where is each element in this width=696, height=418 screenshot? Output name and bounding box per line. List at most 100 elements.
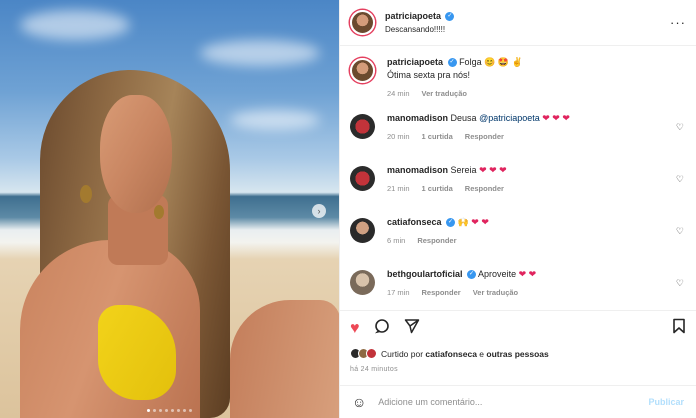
emoji-icon[interactable]: ☺ <box>352 394 366 410</box>
liked-by: Curtido por catiafonseca e outras pessoa… <box>350 348 549 359</box>
comment-text: patriciapoeta ✓ Folga 😊 🤩 ✌ <box>387 56 686 69</box>
comment-time: 21 min <box>387 184 410 193</box>
post-photo[interactable]: › <box>0 0 339 418</box>
avatar[interactable] <box>350 166 375 191</box>
instagram-post: › patriciapoeta ✓ Descansando!!!!! ··· p… <box>0 0 696 418</box>
liked-by-prefix: Curtido por <box>381 348 426 359</box>
comment-username[interactable]: manomadison <box>387 165 448 175</box>
post-side-panel: patriciapoeta ✓ Descansando!!!!! ··· pat… <box>339 0 696 418</box>
header-text: patriciapoeta ✓ Descansando!!!!! <box>385 10 455 36</box>
see-translation-link[interactable]: Ver tradução <box>422 87 467 100</box>
reply-button[interactable]: Responder <box>465 182 504 195</box>
comment-item: manomadison Sereia ❤ ❤ ❤ 21 min 1 curtid… <box>350 164 686 204</box>
carousel-dot <box>189 409 192 412</box>
post-caption: Descansando!!!!! <box>385 24 446 34</box>
comment-username[interactable]: manomadison <box>387 113 448 123</box>
reply-button[interactable]: Responder <box>422 286 461 299</box>
carousel-indicator <box>0 409 339 412</box>
add-comment-bar: ☺ Publicar <box>340 385 696 418</box>
comment-body: catiafonseca ✓ 🙌 ❤ ❤ 6 min Responder <box>387 216 686 256</box>
carousel-dot <box>177 409 180 412</box>
carousel-dot <box>153 409 156 412</box>
comment-username[interactable]: bethgoulartoficial <box>387 269 463 279</box>
comment-meta: 17 min Responder Ver tradução <box>387 286 686 299</box>
verified-badge-icon: ✓ <box>467 270 477 280</box>
liked-by-user[interactable]: catiafonseca <box>425 349 477 359</box>
comment-meta: 6 min Responder <box>387 234 686 247</box>
heart-outline-icon[interactable]: ♡ <box>676 226 684 237</box>
carousel-dot <box>171 409 174 412</box>
comments-list: patriciapoeta ✓ Folga 😊 🤩 ✌ Ótima sexta … <box>340 46 696 308</box>
share-icon[interactable] <box>404 318 420 339</box>
author-username[interactable]: patriciapoeta <box>385 11 441 21</box>
more-options-icon[interactable]: ··· <box>670 15 686 30</box>
heart-emojis: ❤ ❤ ❤ <box>479 165 507 175</box>
comment-text: manomadison Sereia ❤ ❤ ❤ <box>387 164 686 177</box>
bookmark-icon[interactable] <box>672 318 686 339</box>
comment-time: 24 min <box>387 89 410 98</box>
post-header: patriciapoeta ✓ Descansando!!!!! ··· <box>340 0 696 46</box>
comment-content: Folga <box>459 57 482 67</box>
comment-content: Sereia <box>450 165 480 175</box>
comment-text: bethgoulartoficial ✓ Aproveite ❤ ❤ <box>387 268 686 281</box>
heart-outline-icon[interactable]: ♡ <box>676 278 684 289</box>
arm <box>230 300 339 418</box>
comment-time: 17 min <box>387 288 410 297</box>
comment-body: bethgoulartoficial ✓ Aproveite ❤ ❤ 17 mi… <box>387 268 686 308</box>
face <box>100 95 172 213</box>
comment-time: 6 min <box>387 236 406 245</box>
avatar[interactable] <box>350 270 375 295</box>
avatar[interactable] <box>350 218 375 243</box>
comment-text: manomadison Deusa @patriciapoeta ❤ ❤ ❤ <box>387 112 686 125</box>
mention-link[interactable]: @patriciapoeta <box>479 113 540 123</box>
earring <box>154 205 164 219</box>
comment-text: catiafonseca ✓ 🙌 ❤ ❤ <box>387 216 686 229</box>
cloud <box>200 40 320 66</box>
comment-time: 20 min <box>387 132 410 141</box>
avatar[interactable] <box>350 58 375 83</box>
comment-body: patriciapoeta ✓ Folga 😊 🤩 ✌ Ótima sexta … <box>387 56 686 100</box>
liked-by-text: Curtido por catiafonseca e outras pessoa… <box>381 349 549 359</box>
comment-likes[interactable]: 1 curtida <box>422 130 453 143</box>
comment-meta: 20 min 1 curtida Responder <box>387 130 686 143</box>
comment-body: manomadison Deusa @patriciapoeta ❤ ❤ ❤ 2… <box>387 112 686 152</box>
verified-badge-icon: ✓ <box>447 58 457 68</box>
comment-username[interactable]: patriciapoeta <box>387 57 443 67</box>
verified-badge-icon: ✓ <box>446 218 456 228</box>
comment-item: catiafonseca ✓ 🙌 ❤ ❤ 6 min Responder ♡ <box>350 216 686 256</box>
cloud <box>20 10 130 40</box>
comment-icon[interactable] <box>374 318 390 339</box>
liked-by-others[interactable]: outras pessoas <box>486 349 548 359</box>
reply-button[interactable]: Responder <box>465 130 504 143</box>
comment-item: manomadison Deusa @patriciapoeta ❤ ❤ ❤ 2… <box>350 112 686 152</box>
comment-content: Aproveite <box>478 269 519 279</box>
carousel-dot <box>159 409 162 412</box>
action-bar: ♥ <box>340 310 696 346</box>
comment-username[interactable]: catiafonseca <box>387 217 442 227</box>
carousel-dot <box>165 409 168 412</box>
comment-content-line2: Ótima sexta pra nós! <box>387 70 471 80</box>
heart-outline-icon[interactable]: ♡ <box>676 122 684 133</box>
comment-input[interactable] <box>378 397 649 407</box>
chevron-right-icon[interactable]: › <box>312 204 326 218</box>
carousel-dot <box>147 409 150 412</box>
comment-likes[interactable]: 1 curtida <box>422 182 453 195</box>
heart-emojis: ❤ ❤ ❤ <box>542 113 570 123</box>
see-translation-link[interactable]: Ver tradução <box>473 286 518 299</box>
avatar <box>366 348 377 359</box>
comment-item: patriciapoeta ✓ Folga 😊 🤩 ✌ Ótima sexta … <box>350 56 686 100</box>
comment-body: manomadison Sereia ❤ ❤ ❤ 21 min 1 curtid… <box>387 164 686 204</box>
liked-by-mid: e <box>476 348 487 359</box>
publish-button[interactable]: Publicar <box>648 397 684 407</box>
avatar[interactable] <box>350 10 375 35</box>
avatar[interactable] <box>350 114 375 139</box>
comment-content: 🙌 <box>457 217 472 227</box>
heart-outline-icon[interactable]: ♡ <box>676 174 684 185</box>
heart-emojis: ❤ ❤ <box>518 269 537 279</box>
cloud <box>230 110 320 130</box>
comment-content: Deusa <box>450 113 480 123</box>
reply-button[interactable]: Responder <box>417 234 456 247</box>
heart-emojis: ❤ ❤ <box>471 217 489 227</box>
heart-filled-icon[interactable]: ♥ <box>350 320 360 338</box>
earring <box>80 185 92 203</box>
